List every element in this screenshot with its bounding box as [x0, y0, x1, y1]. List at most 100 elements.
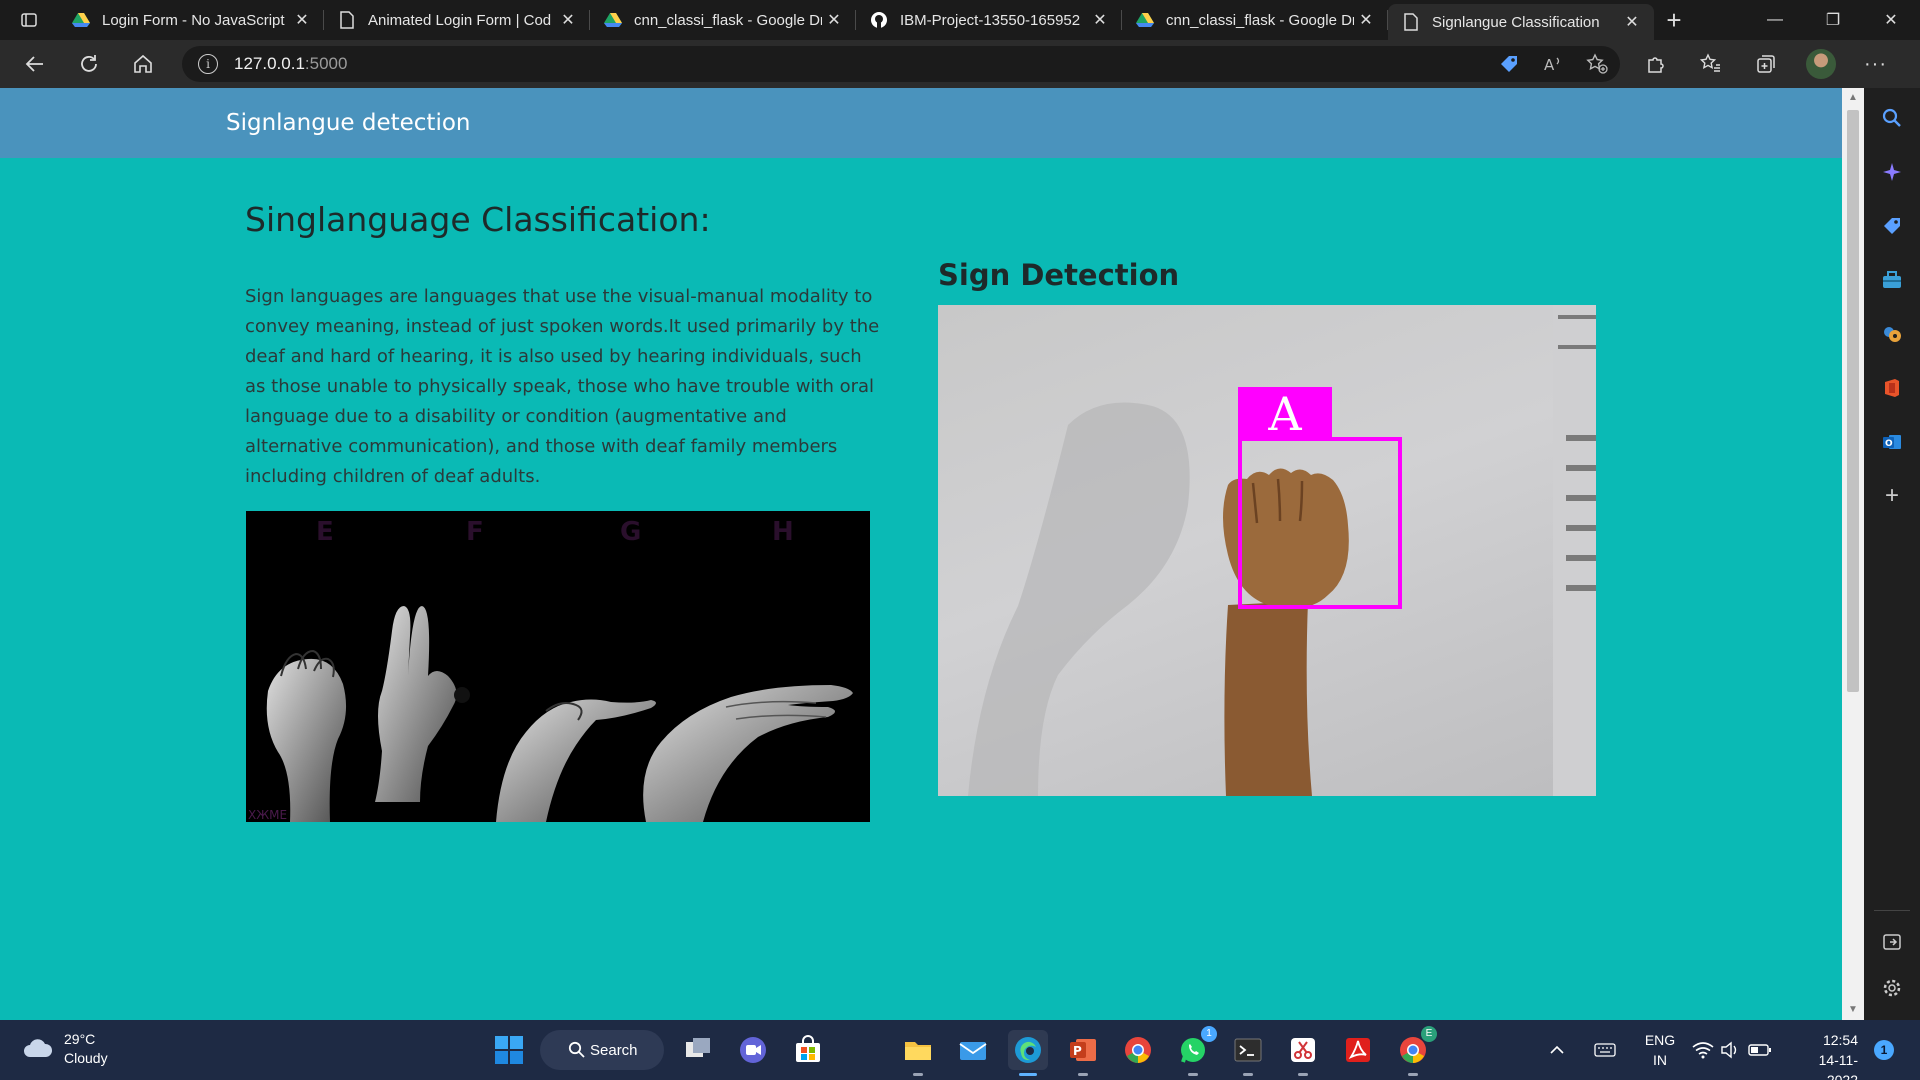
- tab-title: Signlangue Classification: [1432, 13, 1600, 31]
- tab-0[interactable]: Login Form - No JavaScript ✕: [58, 0, 324, 40]
- mail-icon: [959, 1042, 987, 1060]
- add-favorite-icon[interactable]: [1586, 53, 1608, 75]
- url-port: :5000: [304, 54, 348, 73]
- refresh-icon: [81, 55, 97, 72]
- url-host: 127.0.0.1: [234, 54, 305, 73]
- sidebar-hide-button[interactable]: [1876, 926, 1908, 958]
- google-drive-icon: [1136, 11, 1154, 29]
- wifi-icon: [1692, 1042, 1714, 1059]
- lang-code: ENG: [1644, 1032, 1676, 1048]
- profile-button[interactable]: [1793, 40, 1848, 88]
- running-indicator: [1298, 1073, 1308, 1076]
- close-tab-icon[interactable]: ✕: [1088, 8, 1112, 32]
- taskbar-search[interactable]: Search: [540, 1030, 664, 1070]
- running-indicator: [913, 1073, 923, 1076]
- snipping-tool-icon: [1291, 1038, 1315, 1062]
- tab-1[interactable]: Animated Login Form | Cod ✕: [324, 0, 590, 40]
- lang-region: IN: [1653, 1052, 1667, 1068]
- home-button[interactable]: [116, 40, 170, 88]
- sidebar-settings-button[interactable]: [1876, 972, 1908, 1004]
- back-button[interactable]: [8, 40, 62, 88]
- windows-taskbar: 29°C Cloudy Search P 1 E ENG IN 12:54 14…: [0, 1020, 1920, 1080]
- tab-3[interactable]: IBM-Project-13550-165952 ✕: [856, 0, 1122, 40]
- chrome-profile-button[interactable]: E: [1393, 1026, 1437, 1076]
- edge-sidebar: O +: [1864, 88, 1920, 1020]
- weather-desc: Cloudy: [64, 1050, 108, 1066]
- input-language-indicator[interactable]: ENG IN: [1640, 1030, 1680, 1070]
- task-view-icon: [686, 1038, 710, 1057]
- microsoft-store-button[interactable]: [788, 1030, 828, 1070]
- edge-browser-button[interactable]: [1008, 1030, 1048, 1076]
- mail-button[interactable]: [953, 1030, 993, 1070]
- acrobat-button[interactable]: [1338, 1030, 1378, 1070]
- restore-button[interactable]: ❐: [1804, 0, 1862, 40]
- extensions-button[interactable]: [1628, 40, 1683, 88]
- site-brand-link[interactable]: Signlangue detection: [226, 110, 471, 136]
- sidebar-office-button[interactable]: [1876, 372, 1908, 404]
- sidebar-add-button[interactable]: +: [1876, 480, 1908, 512]
- chrome-button[interactable]: [1118, 1030, 1158, 1070]
- chrome-icon: [1125, 1037, 1151, 1063]
- detection-bounding-box: [1238, 437, 1402, 609]
- close-tab-icon[interactable]: ✕: [822, 8, 846, 32]
- page-description: Sign languages are languages that use th…: [245, 286, 880, 487]
- favorites-button[interactable]: [1683, 40, 1738, 88]
- task-view-button[interactable]: [678, 1030, 718, 1070]
- show-hidden-icons-button[interactable]: [1548, 1020, 1566, 1080]
- file-explorer-button[interactable]: [898, 1030, 938, 1076]
- url-bar[interactable]: i 127.0.0.1:5000 A: [182, 46, 1620, 82]
- close-tab-icon[interactable]: ✕: [1620, 10, 1644, 34]
- refresh-button[interactable]: [62, 40, 116, 88]
- tab-4[interactable]: cnn_classi_flask - Google Dr ✕: [1122, 0, 1388, 40]
- weather-widget[interactable]: 29°C Cloudy: [22, 1030, 108, 1068]
- running-indicator: [1243, 1073, 1253, 1076]
- scrollbar-thumb[interactable]: [1847, 110, 1859, 692]
- tab-2[interactable]: cnn_classi_flask - Google Dr ✕: [590, 0, 856, 40]
- folder-icon: [905, 1042, 931, 1060]
- shopping-tag-icon[interactable]: [1498, 53, 1520, 75]
- puzzle-icon: [1647, 57, 1664, 73]
- store-icon: [796, 1035, 820, 1062]
- tab-actions-button[interactable]: [0, 0, 58, 40]
- page-scrollbar[interactable]: ▲ ▼: [1842, 88, 1864, 1020]
- tab-5-active[interactable]: Signlangue Classification ✕: [1388, 4, 1654, 40]
- page-icon: [1402, 13, 1420, 31]
- scroll-down-arrow-icon[interactable]: ▼: [1847, 1004, 1859, 1016]
- close-tab-icon[interactable]: ✕: [1354, 8, 1378, 32]
- sidebar-copilot-button[interactable]: [1876, 156, 1908, 188]
- settings-menu-button[interactable]: ···: [1848, 40, 1903, 88]
- asl-hand-signs-image: E F G H ХЖМЕ: [246, 511, 870, 822]
- collections-button[interactable]: [1738, 40, 1793, 88]
- weather-temp: 29°C: [64, 1031, 96, 1047]
- read-aloud-icon[interactable]: A: [1542, 53, 1564, 75]
- site-info-icon[interactable]: i: [198, 54, 218, 74]
- scroll-up-arrow-icon[interactable]: ▲: [1847, 92, 1859, 104]
- sidebar-search-button[interactable]: [1876, 102, 1908, 134]
- start-button[interactable]: [489, 1030, 529, 1070]
- minimize-button[interactable]: —: [1746, 0, 1804, 40]
- sidebar-outlook-button[interactable]: O: [1876, 426, 1908, 458]
- terminal-button[interactable]: [1228, 1030, 1268, 1076]
- system-clock[interactable]: 12:54 14-11-2022: [1788, 1030, 1858, 1080]
- sidebar-tools-button[interactable]: [1876, 264, 1908, 296]
- keyboard-icon: [1594, 1043, 1616, 1057]
- svg-text:P: P: [1073, 1044, 1082, 1058]
- notification-badge[interactable]: 1: [1874, 1040, 1894, 1060]
- image-watermark: ХЖМЕ: [248, 808, 287, 822]
- close-window-button[interactable]: ✕: [1862, 0, 1920, 40]
- home-icon: [134, 54, 152, 73]
- touch-keyboard-button[interactable]: [1594, 1020, 1616, 1080]
- running-indicator: [1078, 1073, 1088, 1076]
- teams-chat-button[interactable]: [733, 1030, 773, 1070]
- sidebar-games-button[interactable]: [1876, 318, 1908, 350]
- address-toolbar: i 127.0.0.1:5000 A ···: [0, 40, 1920, 88]
- close-tab-icon[interactable]: ✕: [290, 8, 314, 32]
- powerpoint-button[interactable]: P: [1063, 1030, 1103, 1076]
- close-tab-icon[interactable]: ✕: [556, 8, 580, 32]
- sidebar-shopping-button[interactable]: [1876, 210, 1908, 242]
- github-icon: [870, 11, 888, 29]
- snipping-tool-button[interactable]: [1283, 1030, 1323, 1076]
- new-tab-button[interactable]: +: [1654, 0, 1694, 40]
- whatsapp-button[interactable]: 1: [1173, 1026, 1217, 1076]
- quick-settings-button[interactable]: [1692, 1020, 1772, 1080]
